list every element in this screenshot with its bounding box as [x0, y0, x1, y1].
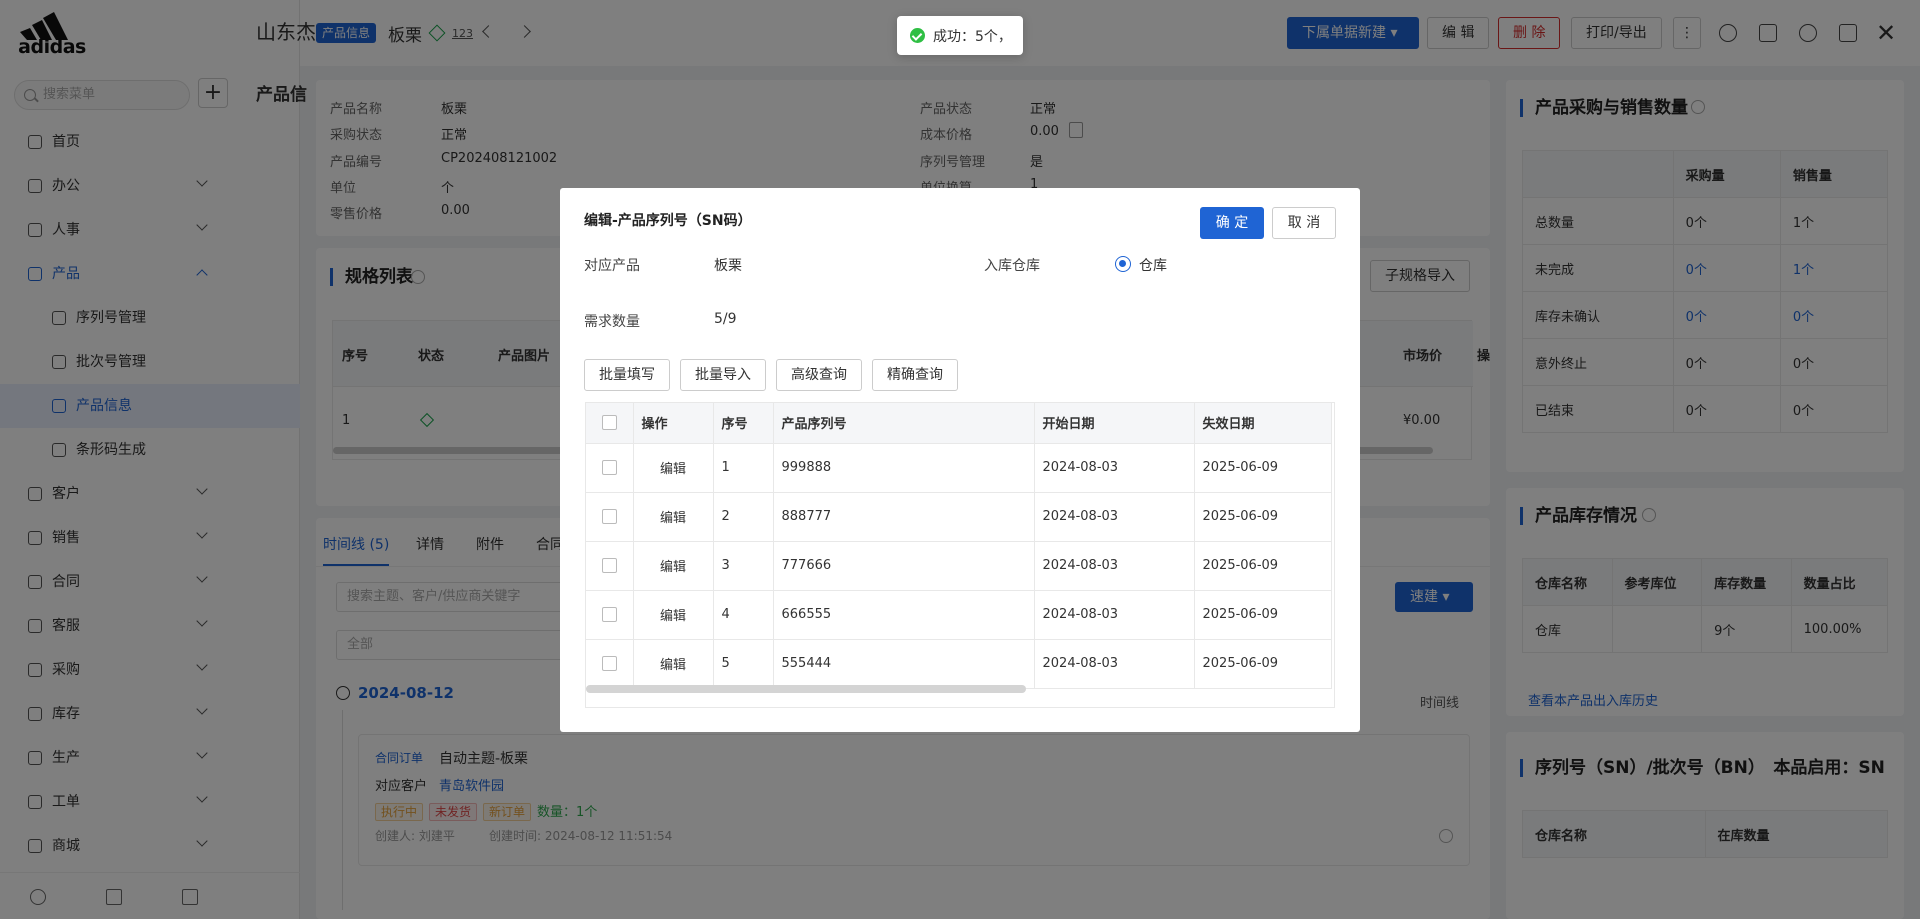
row-checkbox[interactable]	[601, 460, 617, 475]
row-checkbox[interactable]	[601, 607, 617, 622]
cancel-button[interactable]: 取 消	[1272, 207, 1336, 239]
row-end-date: 2025-06-09	[1194, 590, 1332, 640]
row-edit-link[interactable]: 编辑	[633, 639, 714, 689]
table-row: 编辑 1 999888 2024-08-03 2025-06-09	[586, 443, 1332, 493]
table-row: 编辑 2 888777 2024-08-03 2025-06-09	[586, 492, 1332, 542]
qty-label: 需求数量	[584, 314, 640, 330]
exact-search-button[interactable]: 精确查询	[872, 359, 958, 391]
row-end-date: 2025-06-09	[1194, 541, 1332, 591]
row-end-date: 2025-06-09	[1194, 492, 1332, 542]
table-horizontal-scrollbar[interactable]	[586, 685, 1026, 693]
col-op: 操作	[633, 403, 714, 444]
row-sn: 999888	[773, 443, 1035, 493]
row-no: 1	[713, 443, 774, 493]
success-check-icon	[910, 28, 925, 43]
row-no: 5	[713, 639, 774, 689]
confirm-button[interactable]: 确 定	[1200, 207, 1264, 239]
row-start-date: 2024-08-03	[1034, 639, 1195, 689]
product-value: 板栗	[714, 258, 742, 274]
row-checkbox[interactable]	[601, 509, 617, 524]
row-no: 2	[713, 492, 774, 542]
modal-title: 编辑-产品序列号（SN码）	[584, 213, 752, 229]
table-row: 编辑 5 555444 2024-08-03 2025-06-09	[586, 639, 1332, 689]
col-start-date: 开始日期	[1034, 403, 1195, 444]
row-sn: 888777	[773, 492, 1035, 542]
row-start-date: 2024-08-03	[1034, 541, 1195, 591]
row-end-date: 2025-06-09	[1194, 443, 1332, 493]
warehouse-radio[interactable]	[1115, 256, 1131, 272]
row-start-date: 2024-08-03	[1034, 590, 1195, 640]
success-toast: 成功：5个，	[897, 16, 1023, 55]
row-start-date: 2024-08-03	[1034, 492, 1195, 542]
row-end-date: 2025-06-09	[1194, 639, 1332, 689]
batch-import-button[interactable]: 批量导入	[680, 359, 766, 391]
advanced-search-button[interactable]: 高级查询	[776, 359, 862, 391]
row-sn: 666555	[773, 590, 1035, 640]
col-sn: 产品序列号	[773, 403, 1035, 444]
warehouse-value: 仓库	[1139, 258, 1167, 274]
sn-table: 操作 序号 产品序列号 开始日期 失效日期 编辑 1 999888 2024-0…	[586, 403, 1332, 689]
batch-fill-button[interactable]: 批量填写	[584, 359, 670, 391]
sn-table-container: 操作 序号 产品序列号 开始日期 失效日期 编辑 1 999888 2024-0…	[585, 402, 1335, 708]
row-edit-link[interactable]: 编辑	[633, 590, 714, 640]
overlay-left	[0, 0, 300, 919]
row-checkbox[interactable]	[601, 656, 617, 671]
row-start-date: 2024-08-03	[1034, 443, 1195, 493]
col-no: 序号	[713, 403, 774, 444]
qty-value: 5/9	[714, 311, 737, 327]
select-all-checkbox[interactable]	[601, 415, 617, 431]
row-no: 3	[713, 541, 774, 591]
row-sn: 777666	[773, 541, 1035, 591]
select-all-cell	[586, 403, 634, 444]
row-checkbox[interactable]	[601, 558, 617, 573]
row-edit-link[interactable]: 编辑	[633, 443, 714, 493]
table-row: 编辑 3 777666 2024-08-03 2025-06-09	[586, 541, 1332, 591]
row-no: 4	[713, 590, 774, 640]
product-label: 对应产品	[584, 258, 640, 274]
toast-text: 成功：5个，	[933, 29, 1012, 45]
row-edit-link[interactable]: 编辑	[633, 492, 714, 542]
row-edit-link[interactable]: 编辑	[633, 541, 714, 591]
col-end-date: 失效日期	[1194, 403, 1332, 444]
row-sn: 555444	[773, 639, 1035, 689]
sn-edit-modal: 编辑-产品序列号（SN码） 确 定 取 消 对应产品 板栗 入库仓库 仓库 需求…	[560, 188, 1360, 732]
table-row: 编辑 4 666555 2024-08-03 2025-06-09	[586, 590, 1332, 640]
warehouse-label: 入库仓库	[984, 258, 1040, 274]
